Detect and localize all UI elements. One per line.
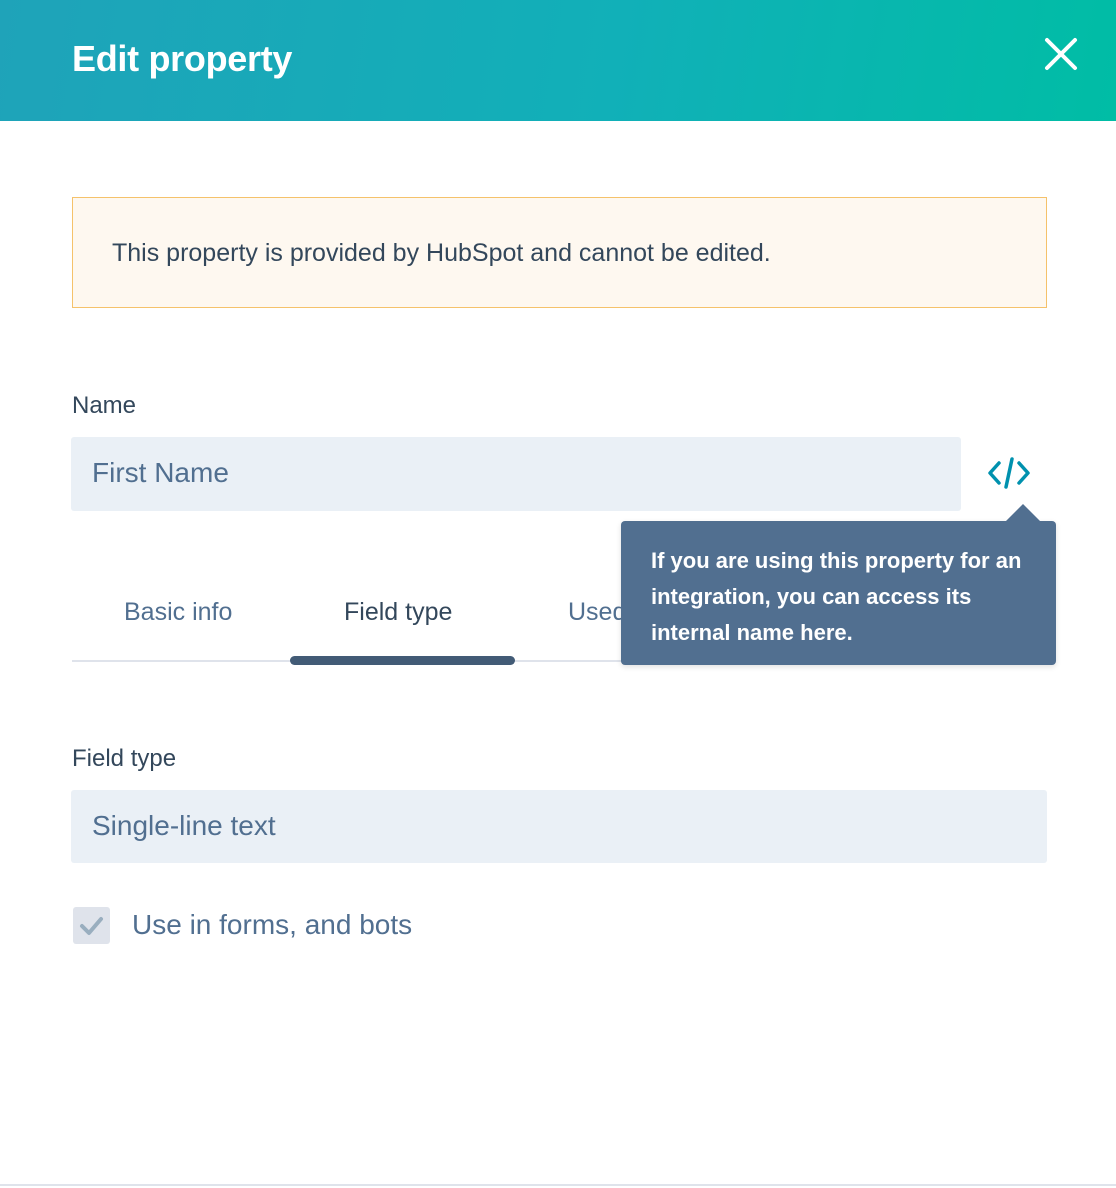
- tab-field-type[interactable]: Field type: [344, 598, 452, 638]
- read-only-alert: This property is provided by HubSpot and…: [72, 197, 1047, 308]
- field-type-label: Field type: [72, 745, 177, 772]
- alert-message: This property is provided by HubSpot and…: [112, 239, 771, 267]
- use-in-forms-checkbox[interactable]: [73, 907, 110, 944]
- footer-divider: [0, 1184, 1116, 1186]
- edit-property-panel: Edit property This property is provided …: [0, 0, 1116, 1188]
- tab-basic-info[interactable]: Basic info: [124, 598, 232, 638]
- tooltip-arrow: [1005, 504, 1041, 522]
- use-in-forms-label: Use in forms, and bots: [132, 909, 413, 940]
- checkmark-icon: [80, 917, 103, 935]
- name-input[interactable]: First Name: [71, 437, 961, 511]
- field-type-select[interactable]: Single-line text: [71, 790, 1047, 863]
- internal-name-tooltip: If you are using this property for an in…: [621, 504, 1056, 665]
- close-button[interactable]: [1040, 33, 1082, 75]
- tooltip-text: If you are using this property for an in…: [651, 548, 1022, 645]
- panel-title: Edit property: [72, 38, 293, 79]
- active-tab-indicator: [290, 656, 515, 665]
- internal-name-button[interactable]: [985, 454, 1033, 494]
- name-input-value: First Name: [92, 457, 229, 488]
- panel-header: Edit property: [0, 0, 1116, 121]
- name-label: Name: [72, 392, 137, 419]
- close-icon: [1045, 38, 1077, 70]
- tab-used-in[interactable]: Used: [568, 598, 626, 638]
- field-type-value: Single-line text: [92, 810, 276, 841]
- code-icon: [988, 457, 1030, 489]
